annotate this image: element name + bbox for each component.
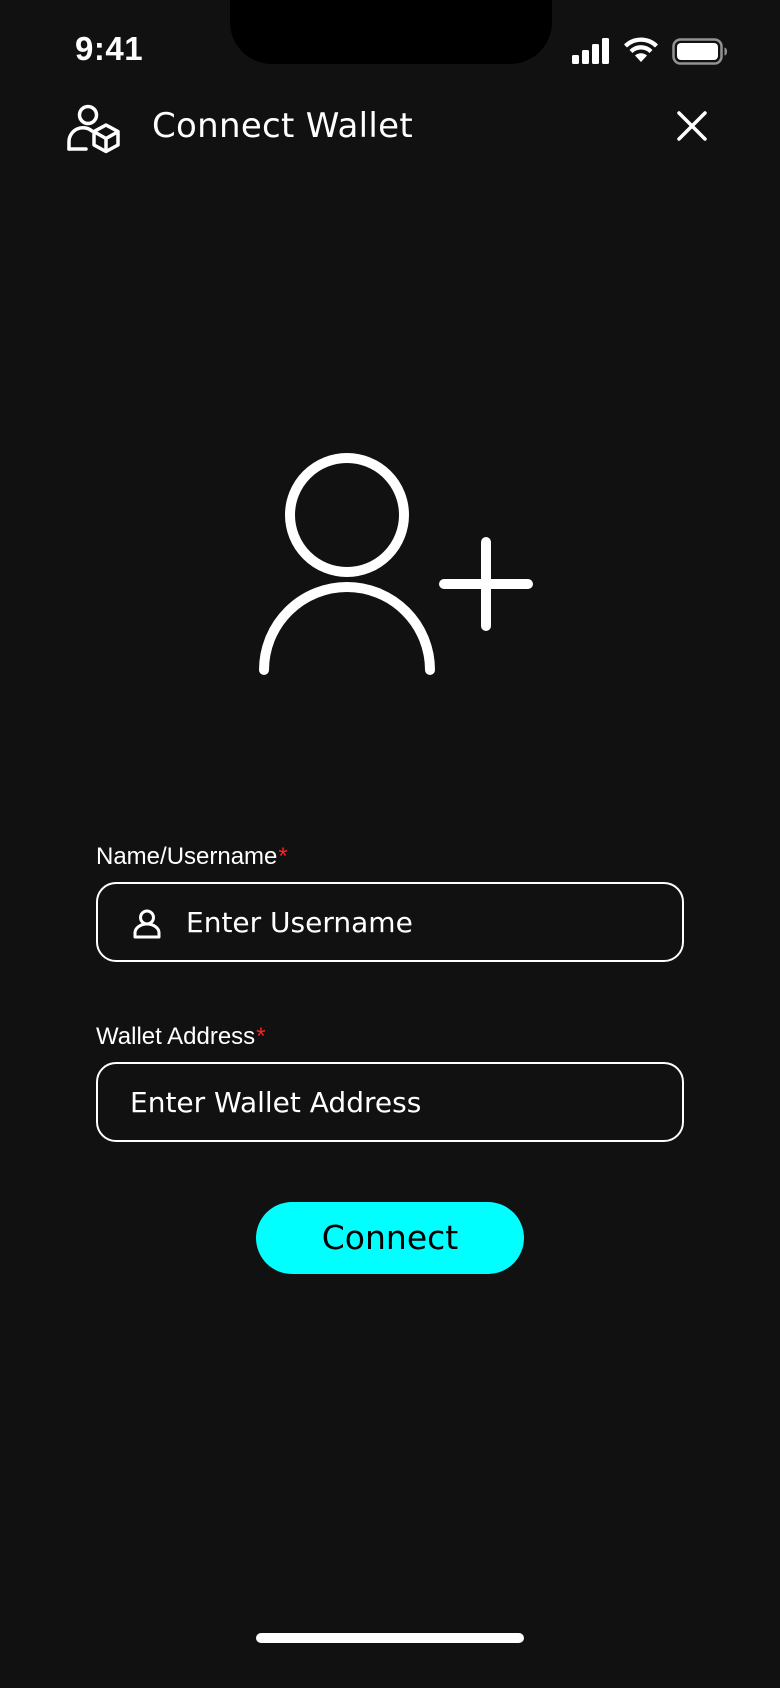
username-input[interactable] [184, 884, 662, 960]
cellular-signal-icon [572, 38, 609, 64]
wifi-icon [624, 37, 658, 62]
device-notch [230, 0, 552, 64]
username-label: Name/Username* [96, 843, 288, 871]
username-label-text: Name/Username [96, 843, 278, 870]
close-icon [677, 111, 707, 141]
user-wallet-icon [67, 104, 120, 154]
status-bar: 9:41 [0, 0, 780, 100]
wallet-address-field[interactable] [96, 1062, 684, 1142]
user-add-icon [259, 453, 533, 675]
wallet-address-label-text: Wallet Address [96, 1023, 256, 1050]
battery-icon [672, 38, 727, 65]
home-indicator [256, 1633, 524, 1643]
close-button[interactable] [670, 104, 714, 148]
wallet-address-label: Wallet Address* [96, 1023, 266, 1051]
status-time: 9:41 [75, 30, 144, 67]
user-icon [133, 909, 161, 939]
connect-button[interactable]: Connect [256, 1202, 524, 1274]
username-field[interactable] [96, 882, 684, 962]
wallet-address-input[interactable] [128, 1064, 662, 1140]
required-mark: * [256, 1023, 266, 1050]
page-title: Connect Wallet [152, 106, 414, 146]
app-header: Connect Wallet [0, 96, 780, 156]
required-mark: * [278, 843, 288, 870]
